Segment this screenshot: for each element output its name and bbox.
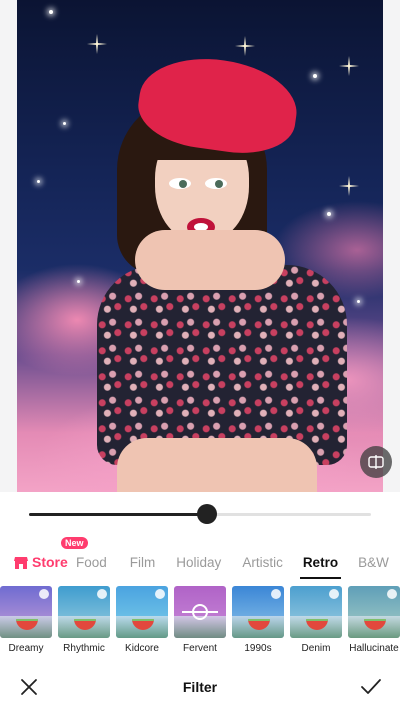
premium-icon: [271, 589, 281, 599]
filter-panel: Store New Food Film Holiday Artistic Ret…: [0, 492, 400, 711]
filter-label: Hallucinate: [349, 643, 399, 654]
premium-icon: [97, 589, 107, 599]
filter-label: Dreamy: [8, 643, 44, 654]
filter-thumbnail: [290, 586, 342, 638]
filter-label: Rhythmic: [63, 643, 105, 654]
filter-label: Denim: [301, 643, 331, 654]
slider-thumb[interactable]: [197, 504, 217, 524]
filter-thumbnail: [0, 586, 52, 638]
filter-label: 1990s: [244, 643, 272, 654]
filter-thumbnail: [116, 586, 168, 638]
filter-label: Kidcore: [125, 643, 159, 654]
filter-item[interactable]: Hallucinate: [348, 586, 400, 656]
tab-food[interactable]: Food: [76, 555, 107, 570]
page-title: Filter: [182, 678, 218, 695]
premium-icon: [387, 589, 397, 599]
filter-thumbnail: [348, 586, 400, 638]
store-icon: [14, 556, 28, 569]
filter-item[interactable]: 1990s: [232, 586, 284, 656]
premium-icon: [155, 589, 165, 599]
compare-icon[interactable]: [360, 446, 392, 478]
tab-retro[interactable]: Retro: [299, 555, 342, 579]
filter-thumbnail: [58, 586, 110, 638]
edited-photo: [17, 0, 383, 492]
intensity-slider[interactable]: [29, 504, 371, 524]
close-icon[interactable]: [18, 676, 40, 698]
premium-icon: [329, 589, 339, 599]
tab-holiday[interactable]: Holiday: [176, 555, 221, 570]
filter-item[interactable]: Denim: [290, 586, 342, 656]
filter-item[interactable]: Kidcore: [116, 586, 168, 656]
filter-item[interactable]: Rhythmic: [58, 586, 110, 656]
new-badge: New: [61, 537, 88, 549]
bottom-bar: Filter: [0, 662, 400, 711]
filter-thumbnail: [174, 586, 226, 638]
tab-bw[interactable]: B&W: [358, 555, 389, 570]
filter-thumbnails: Dreamy Rhythmic Kidcore Fervent 1990s Denim Ha…: [0, 586, 400, 656]
tab-store-label: Store: [32, 554, 68, 570]
tab-store[interactable]: Store New: [14, 537, 88, 570]
portrait-subject: [77, 40, 357, 492]
filter-item[interactable]: Dreamy: [0, 586, 52, 656]
selected-indicator-icon: [192, 604, 208, 620]
filter-label: Fervent: [183, 643, 217, 654]
filter-category-tabs: Store New Food Film Holiday Artistic Ret…: [0, 537, 400, 580]
checkmark-icon[interactable]: [360, 676, 382, 698]
premium-icon: [39, 589, 49, 599]
slider-fill: [29, 513, 207, 516]
filter-item[interactable]: Fervent: [174, 586, 226, 656]
photo-canvas[interactable]: [0, 0, 400, 492]
filter-thumbnail: [232, 586, 284, 638]
tab-film[interactable]: Film: [130, 555, 156, 570]
tab-artistic[interactable]: Artistic: [242, 555, 283, 570]
